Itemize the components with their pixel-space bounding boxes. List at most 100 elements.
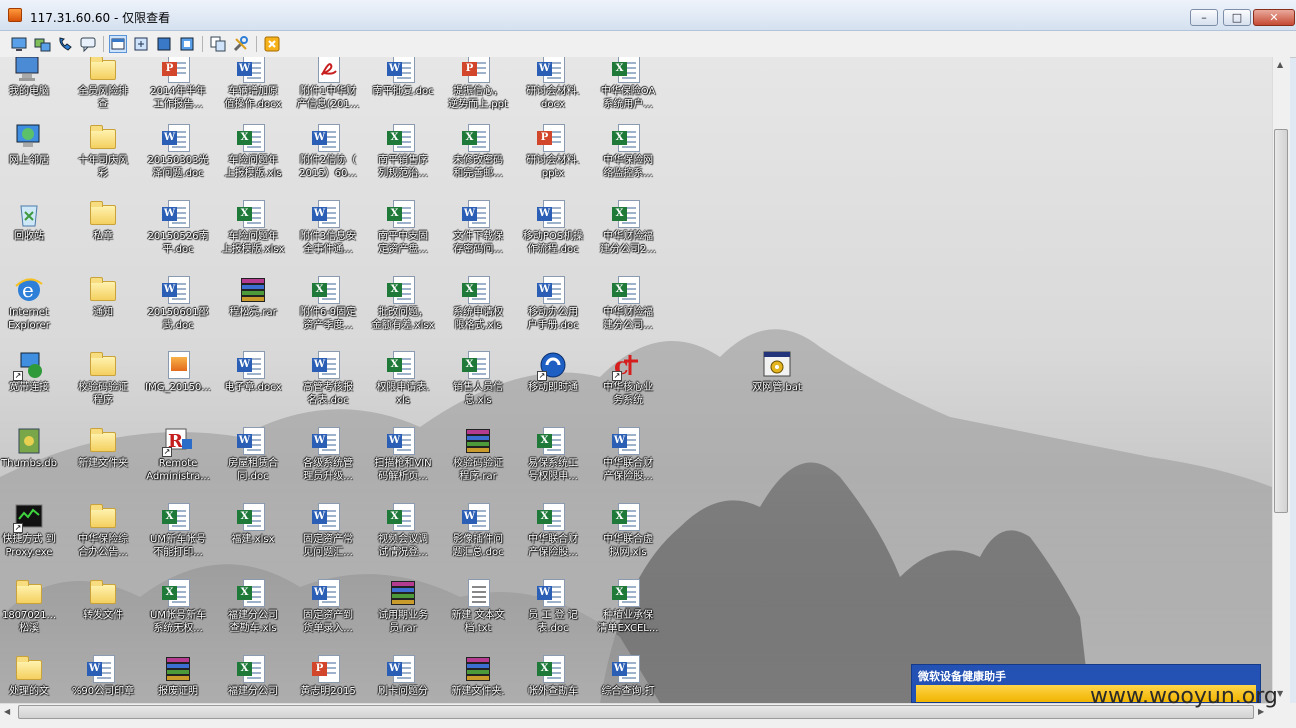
desktop-icon-remote[interactable]: R ↗ Remote Administra... bbox=[141, 425, 215, 483]
desktop-icon-folder[interactable]: 十年司庆风 彩 bbox=[66, 122, 140, 180]
view-scale-icon[interactable] bbox=[178, 35, 196, 53]
vertical-scroll-thumb[interactable] bbox=[1274, 129, 1288, 513]
desktop-icon-excel[interactable]: X 未修改密码 和完善邮... bbox=[441, 122, 515, 180]
screen-icon[interactable] bbox=[10, 35, 28, 53]
desktop-icon-word[interactable]: W 中华联合财 产保险股... bbox=[591, 425, 665, 483]
desktop-icon-image[interactable]: IMG_20150... bbox=[141, 349, 215, 394]
desktop-icon-folder[interactable]: 新建文件夹 bbox=[66, 425, 140, 470]
desktop-icon-excel[interactable]: X 销售人员信 息.xls bbox=[441, 349, 515, 407]
desktop-icon-excel[interactable]: X 福建分公司 查勘车.xls bbox=[216, 577, 290, 635]
desktop-icon-word[interactable]: W %90公司印章 bbox=[66, 653, 140, 698]
desktop-icon-rar[interactable]: 程松亮.rar bbox=[216, 274, 290, 319]
desktop-icon-excel[interactable]: X UM帐号新车 系统无权... bbox=[141, 577, 215, 635]
chat-icon[interactable] bbox=[79, 35, 97, 53]
disconnect-icon[interactable] bbox=[263, 35, 281, 53]
desktop-icon-ppt[interactable]: P 黄志明2015 bbox=[291, 653, 365, 698]
desktop-icon-excel[interactable]: X 南平中支固 定资产盘... bbox=[366, 198, 440, 256]
desktop-icon-folder[interactable]: 全员风险排 查 bbox=[66, 57, 140, 111]
desktop-icon-core[interactable]: c ↗ 中华核心业 务系统 bbox=[591, 349, 665, 407]
desktop-icon-word[interactable]: W 附件3信息安 全事件通... bbox=[291, 198, 365, 256]
desktop-icon-ppt[interactable]: P 提振信心， 逆势而上.ppt bbox=[441, 57, 515, 111]
desktop-icon-word[interactable]: W 20150601邵 武.doc bbox=[141, 274, 215, 332]
desktop-icon-word[interactable]: W 影像插件问 题汇总.doc bbox=[441, 501, 515, 559]
vertical-scrollbar[interactable]: ▲ ▼ bbox=[1272, 57, 1290, 703]
desktop-icon-word[interactable]: W 固定资产常 见问题汇... bbox=[291, 501, 365, 559]
scroll-down-icon[interactable]: ▼ bbox=[1277, 689, 1283, 698]
bat-file-icon[interactable]: 双网管.bat bbox=[740, 349, 814, 394]
desktop-icon-computer[interactable]: 我的电脑 bbox=[0, 57, 66, 98]
desktop-icon-word[interactable]: W 房屋租赁合 同.doc bbox=[216, 425, 290, 483]
desktop-icon-excel[interactable]: X 车险问题年 上报模版.xlsx bbox=[216, 198, 290, 256]
view-fit-icon[interactable] bbox=[132, 35, 150, 53]
desktop-icon-folder[interactable]: 中华保险综 合办公告... bbox=[66, 501, 140, 559]
desktop-icon-ppt[interactable]: P 研讨会材料. pptx bbox=[516, 122, 590, 180]
desktop-icon-dialup[interactable]: ↗ 宽带连接 bbox=[0, 349, 66, 394]
desktop-icon-excel[interactable]: X 附件6-9固定 资产季度... bbox=[291, 274, 365, 332]
minimize-button[interactable]: – bbox=[1190, 9, 1218, 26]
desktop-icon-word[interactable]: W 移动POS机操 作流程.doc bbox=[516, 198, 590, 256]
desktop-icon-word[interactable]: W 南平批复.doc bbox=[366, 57, 440, 98]
desktop-icon-word[interactable]: W 扫描枪和VIN 码解析页... bbox=[366, 425, 440, 483]
desktop-icon-excel[interactable]: X 福建.xlsx bbox=[216, 501, 290, 546]
desktop-icon-ppt[interactable]: P 2014年半年 工作报告... bbox=[141, 57, 215, 111]
horizontal-scrollbar[interactable]: ◀ ▶ bbox=[0, 703, 1272, 721]
scroll-left-icon[interactable]: ◀ bbox=[4, 707, 10, 716]
desktop-icon-word[interactable]: W 车辆增加原 值操作.docx bbox=[216, 57, 290, 111]
desktop-icon-excel[interactable]: X 车险问题年 上报模版.xls bbox=[216, 122, 290, 180]
desktop-icon-excel[interactable]: X 南平销售序 列规范治... bbox=[366, 122, 440, 180]
desktop-icon-ie[interactable]: e Internet Explorer bbox=[0, 274, 66, 332]
desktop-icon-excel[interactable]: X 视频会议调 试情况登... bbox=[366, 501, 440, 559]
desktop-icon-excel[interactable]: X 权限申请表. xls bbox=[366, 349, 440, 407]
desktop-icon-folder[interactable]: 处理的文 bbox=[0, 653, 66, 698]
desktop-icon-word[interactable]: W 固定资产到 货单录入... bbox=[291, 577, 365, 635]
desktop-icon-word[interactable]: W 附件2信协（ 2015）60... bbox=[291, 122, 365, 180]
phone-icon[interactable] bbox=[56, 35, 74, 53]
transfer-icon[interactable] bbox=[33, 35, 51, 53]
horizontal-scroll-thumb[interactable] bbox=[18, 705, 1254, 719]
desktop-icon-word[interactable]: W 综合查询.打 bbox=[591, 653, 665, 698]
view-window-icon[interactable] bbox=[109, 35, 127, 53]
desktop-icon-recycle[interactable]: 回收站 bbox=[0, 198, 66, 243]
desktop-icon-excel[interactable]: X 易保系统工 号权限申... bbox=[516, 425, 590, 483]
desktop-icon-excel[interactable]: X 中华保险网 络监控系... bbox=[591, 122, 665, 180]
desktop-icon-excel[interactable]: X 系统申请权 限格式.xls bbox=[441, 274, 515, 332]
desktop-icon-folder[interactable]: 私章 bbox=[66, 198, 140, 243]
desktop-icon-word[interactable]: W 电子章.docx bbox=[216, 349, 290, 394]
scroll-up-icon[interactable]: ▲ bbox=[1277, 60, 1283, 69]
desktop-icon-folder[interactable]: 校验码验证 程序 bbox=[66, 349, 140, 407]
desktop-icon-excel[interactable]: X 中华联合虚 拟网.xls bbox=[591, 501, 665, 559]
desktop-icon-word[interactable]: W 20150303光 泽问题.doc bbox=[141, 122, 215, 180]
desktop-icon-word[interactable]: W 刷卡问题分 bbox=[366, 653, 440, 698]
desktop-icon-folder[interactable]: 通知 bbox=[66, 274, 140, 319]
desktop-icon-mobile[interactable]: ↗ 移动即时通 bbox=[516, 349, 590, 394]
desktop-icon-word[interactable]: W 各级系统管 理员升级... bbox=[291, 425, 365, 483]
tools-icon[interactable] bbox=[232, 35, 250, 53]
desktop-icon-proxy[interactable]: ↗ 快捷方式 到 Proxy.exe bbox=[0, 501, 66, 559]
desktop-icon-excel[interactable]: X UM新车帐号 不能打印... bbox=[141, 501, 215, 559]
desktop-icon-excel[interactable]: X 中华财险福 建分公司2... bbox=[591, 198, 665, 256]
desktop-icon-word[interactable]: W员 工 登 记 表.doc bbox=[516, 577, 590, 635]
desktop-icon-folder[interactable]: 转发文件 bbox=[66, 577, 140, 622]
remote-desktop[interactable]: 我的电脑网上邻居回收站 e Internet Explorer ↗ 宽带连接 Thumbs… bbox=[0, 57, 1272, 703]
desktop-icon-db[interactable]: Thumbs.db bbox=[0, 425, 66, 470]
desktop-icon-excel[interactable]: X 种植业承保 清单EXCEL... bbox=[591, 577, 665, 635]
desktop-icon-word[interactable]: W 高管考核报 名表.doc bbox=[291, 349, 365, 407]
desktop-icon-folder[interactable]: 1807021... 松溪 bbox=[0, 577, 66, 635]
desktop-icon-rar[interactable]: 新建文件夹. bbox=[441, 653, 515, 698]
desktop-icon-excel[interactable]: X 中华保险OA 系统用户... bbox=[591, 57, 665, 111]
desktop-icon-word[interactable]: W 研讨会材料. docx bbox=[516, 57, 590, 111]
desktop-icon-rar[interactable]: 报废证明 bbox=[141, 653, 215, 698]
desktop-icon-word[interactable]: W 20150526南 平.doc bbox=[141, 198, 215, 256]
copy-icon[interactable] bbox=[209, 35, 227, 53]
desktop-icon-network[interactable]: 网上邻居 bbox=[0, 122, 66, 167]
desktop-icon-word[interactable]: W 移动办公用 户手册.doc bbox=[516, 274, 590, 332]
desktop-icon-pdf[interactable]: 附件1中华财 产信息(201... bbox=[291, 57, 365, 111]
desktop-icon-rar[interactable]: 校验码验证 程序.rar bbox=[441, 425, 515, 483]
maximize-button[interactable]: □ bbox=[1223, 9, 1251, 26]
view-full-icon[interactable] bbox=[155, 35, 173, 53]
desktop-icon-excel[interactable]: X 批改问题， 金额有差.xlsx bbox=[366, 274, 440, 332]
close-button[interactable]: ✕ bbox=[1253, 9, 1295, 26]
desktop-icon-excel[interactable]: X 福建分公司 bbox=[216, 653, 290, 698]
desktop-icon-text[interactable]: 新建 文本文 档.txt bbox=[441, 577, 515, 635]
desktop-icon-word[interactable]: W 文件下载保 存密码问... bbox=[441, 198, 515, 256]
